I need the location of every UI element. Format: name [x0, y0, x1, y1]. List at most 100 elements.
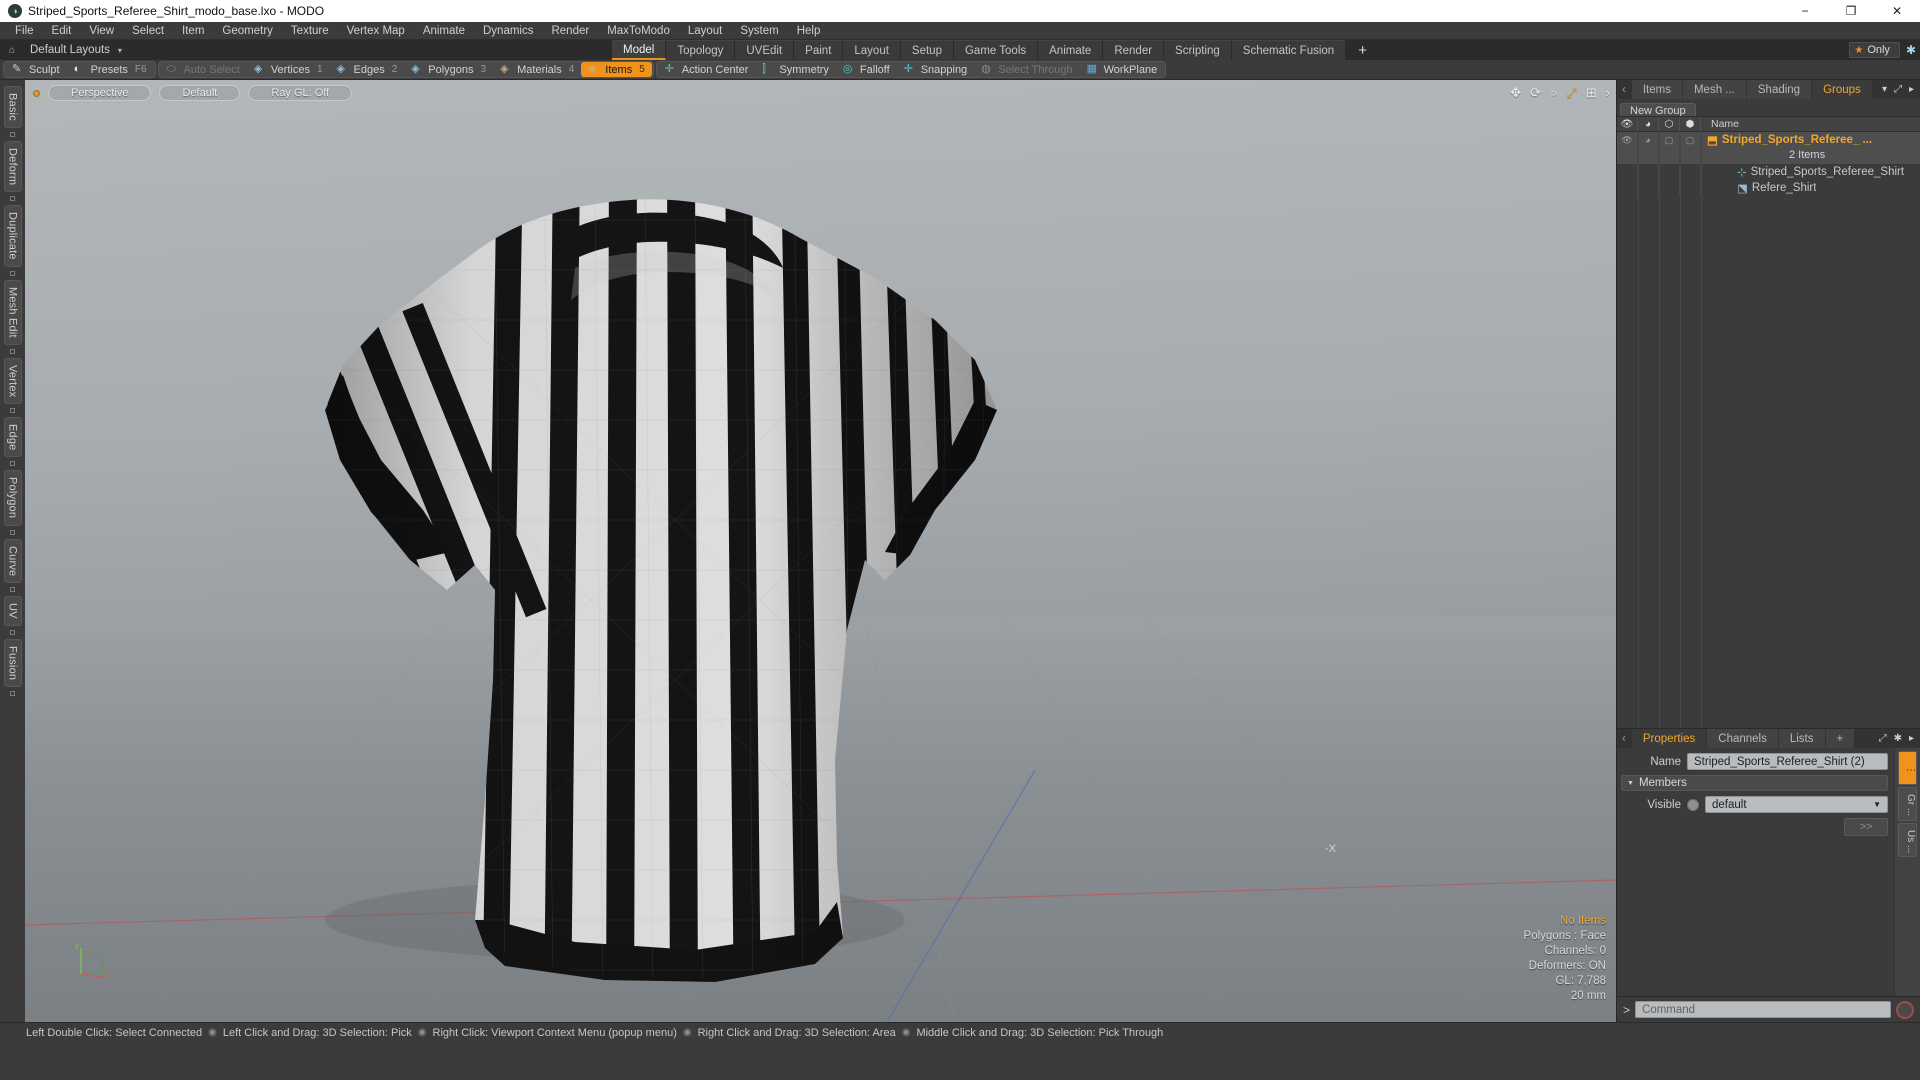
menu-item[interactable]: Item	[173, 22, 213, 40]
rail-tab-users[interactable]: Us ...	[1898, 823, 1917, 857]
panel-tab-mesh[interactable]: Mesh ...	[1682, 80, 1747, 99]
members-section-header[interactable]: ▼ Members	[1621, 775, 1888, 791]
gear-icon[interactable]: ✱	[1894, 733, 1902, 744]
column-shade-icon[interactable]: ⬢	[1680, 116, 1701, 132]
mode-button-symmetry[interactable]: ⫿ Symmetry	[755, 62, 836, 77]
group-row-name[interactable]: ⬒ Striped_Sports_Referee_ ...	[1701, 133, 1872, 147]
row-eye-toggle[interactable]: 👁	[1617, 132, 1638, 148]
mode-button-select-through[interactable]: ◍ Select Through	[974, 62, 1079, 77]
left-tab-uv[interactable]: UV	[3, 595, 22, 626]
mode-button-falloff[interactable]: ◎ Falloff	[836, 62, 897, 77]
row-eye-toggle[interactable]	[1617, 164, 1638, 180]
referee-shirt-model[interactable]	[175, 160, 1125, 1000]
row-render-toggle[interactable]: ◕	[1638, 132, 1659, 148]
raygl-toggle[interactable]: Ray GL: Off	[248, 85, 353, 101]
menu-system[interactable]: System	[731, 22, 787, 40]
command-input[interactable]: Command	[1635, 1001, 1891, 1018]
layout-tab-paint[interactable]: Paint	[794, 40, 844, 60]
mode-button-workplane[interactable]: ▦ WorkPlane	[1080, 62, 1165, 77]
mode-button-presets[interactable]: ◐ Presets F6	[67, 62, 154, 77]
menu-layout[interactable]: Layout	[679, 22, 732, 40]
only-button[interactable]: ★ Only	[1849, 42, 1900, 58]
column-eye-icon[interactable]: 👁	[1617, 116, 1638, 132]
row-shade-toggle[interactable]	[1680, 164, 1701, 180]
menu-geometry[interactable]: Geometry	[213, 22, 282, 40]
chevron-down-icon[interactable]: ▾	[1882, 84, 1887, 95]
record-icon[interactable]	[1896, 1000, 1914, 1019]
close-button[interactable]: ✕	[1874, 0, 1920, 22]
left-tab-fusion[interactable]: Fusion	[3, 638, 22, 687]
menu-vertex-map[interactable]: Vertex Map	[338, 22, 414, 40]
layout-tab-setup[interactable]: Setup	[900, 40, 954, 60]
layout-tab-scripting[interactable]: Scripting	[1164, 40, 1232, 60]
panel-tab-groups[interactable]: Groups	[1812, 80, 1873, 99]
tab-properties[interactable]: Properties	[1631, 729, 1708, 748]
menu-view[interactable]: View	[80, 22, 123, 40]
options-icon[interactable]: ⊞	[1586, 85, 1597, 101]
layout-tab-model[interactable]: Model	[612, 40, 667, 60]
left-tab-curve[interactable]: Curve	[3, 538, 22, 583]
row-eye-toggle[interactable]	[1617, 180, 1638, 196]
viewport-3d[interactable]: -X Perspective Default Ray GL: Off ✥ ⟳ ⌕…	[25, 80, 1616, 1022]
panel-tab-items[interactable]: Items	[1631, 80, 1683, 99]
menu-render[interactable]: Render	[542, 22, 598, 40]
properties-scroll-left[interactable]: ‹	[1617, 729, 1632, 748]
mode-button-sculpt[interactable]: ✎ Sculpt	[5, 62, 67, 77]
menu-maxtomodo[interactable]: MaxToModo	[598, 22, 679, 40]
rotate-icon[interactable]: ⟳	[1530, 85, 1541, 101]
expand-icon[interactable]: ⤢	[1894, 84, 1902, 95]
layout-tab-game-tools[interactable]: Game Tools	[953, 40, 1039, 60]
viewport-active-dot[interactable]	[33, 89, 40, 97]
panel-tab-scroll-left[interactable]: ‹	[1617, 80, 1632, 99]
move-icon[interactable]: ✥	[1510, 85, 1521, 101]
left-tab-basic[interactable]: Basic	[3, 86, 22, 128]
name-field[interactable]: Striped_Sports_Referee_Shirt (2)	[1687, 753, 1888, 770]
mode-button-vertices[interactable]: ◈ Vertices 1	[247, 62, 330, 77]
axis-gizmo[interactable]: y x	[73, 938, 115, 980]
layout-tab-schematic-fusion[interactable]: Schematic Fusion	[1231, 40, 1347, 60]
mode-button-polygons[interactable]: ◈ Polygons 3	[404, 62, 493, 77]
rail-tab-groups[interactable]: Gr ...	[1898, 787, 1917, 821]
tab-channels[interactable]: Channels	[1707, 729, 1779, 748]
menu-edit[interactable]: Edit	[43, 22, 81, 40]
layout-tab-uvedit[interactable]: UVEdit	[735, 40, 795, 60]
left-tab-mesh-edit[interactable]: Mesh Edit	[3, 279, 22, 345]
row-wire-toggle[interactable]: ▢	[1659, 132, 1680, 148]
table-row[interactable]: ⊹ Striped_Sports_Referee_Shirt	[1617, 164, 1920, 180]
viewport-style-selector[interactable]: Default	[159, 85, 241, 101]
row-shade-toggle[interactable]	[1680, 180, 1701, 196]
gear-icon[interactable]: ✱	[1906, 43, 1916, 57]
visible-select[interactable]: default ▼	[1705, 796, 1888, 813]
add-layout-tab-button[interactable]: +	[1346, 40, 1379, 60]
tab-add[interactable]: +	[1825, 729, 1856, 748]
mode-button-items[interactable]: ◈ Items 5	[581, 62, 652, 77]
layout-tab-topology[interactable]: Topology	[666, 40, 736, 60]
table-row[interactable]: 👁 ◕ ▢ ▢ ⬒ Striped_Sports_Referee_ ...	[1617, 132, 1920, 148]
minimize-button[interactable]: −	[1782, 0, 1828, 22]
expand-icon[interactable]: ›	[1606, 85, 1610, 101]
chevron-down-icon[interactable]: ▾	[118, 46, 122, 55]
maximize-button[interactable]: ❐	[1828, 0, 1874, 22]
menu-help[interactable]: Help	[788, 22, 830, 40]
layout-tab-animate[interactable]: Animate	[1038, 40, 1104, 60]
column-render-icon[interactable]: ◕	[1638, 116, 1659, 132]
viewport-projection-selector[interactable]: Perspective	[48, 85, 152, 101]
left-tab-edge[interactable]: Edge	[3, 416, 22, 458]
rail-tab-current[interactable]: ⋮	[1898, 751, 1917, 785]
zoom-icon[interactable]: ⌕	[1550, 85, 1557, 101]
mode-button-snapping[interactable]: ✛ Snapping	[897, 62, 975, 77]
goto-members-button[interactable]: >>	[1844, 818, 1888, 836]
menu-select[interactable]: Select	[123, 22, 173, 40]
left-tab-duplicate[interactable]: Duplicate	[3, 205, 22, 267]
left-tab-deform[interactable]: Deform	[3, 140, 22, 193]
menu-texture[interactable]: Texture	[282, 22, 338, 40]
menu-file[interactable]: File	[6, 22, 43, 40]
mode-button-action-center[interactable]: ✛ Action Center	[658, 62, 756, 77]
more-icon[interactable]: ▸	[1909, 733, 1914, 744]
layout-tab-layout[interactable]: Layout	[843, 40, 901, 60]
fit-icon[interactable]: ⤢	[1566, 85, 1576, 101]
expand-icon[interactable]: ⤢	[1879, 733, 1887, 744]
menu-dynamics[interactable]: Dynamics	[474, 22, 542, 40]
default-layouts-label[interactable]: Default Layouts	[24, 44, 116, 56]
home-icon[interactable]: ⌂	[0, 45, 24, 56]
